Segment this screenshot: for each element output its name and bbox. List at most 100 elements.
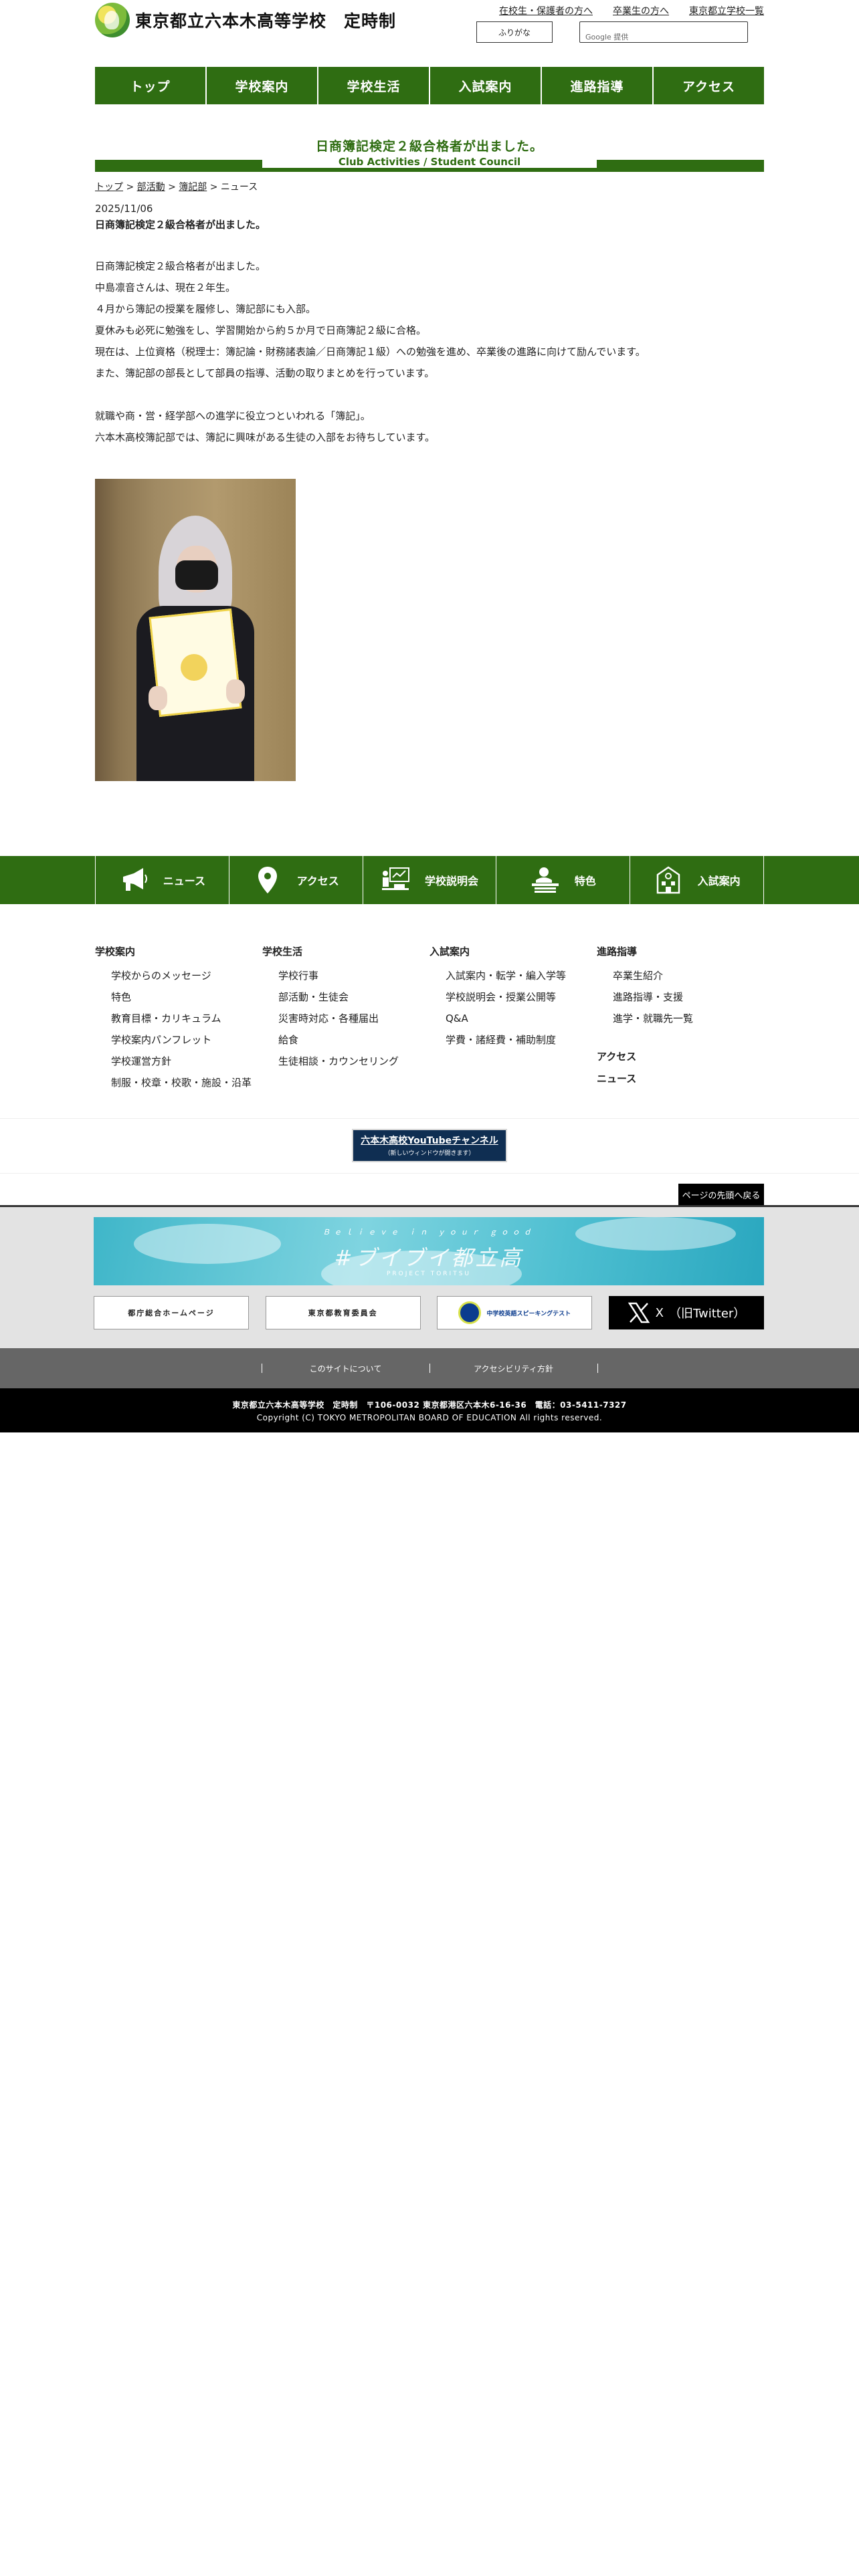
back-to-top-button[interactable]: ページの先頭へ戻る [678, 1184, 764, 1205]
sitemap-heading[interactable]: 学校生活 [262, 944, 430, 958]
icon-nav-news[interactable]: ニュース [96, 856, 229, 904]
sky-banner-title: #ブイブイ都立高 [334, 1245, 524, 1271]
study-icon [531, 867, 559, 893]
sitemap-link[interactable]: 入試案内・転学・編入学等 [446, 965, 597, 986]
x-label: （旧Twitter） [668, 1307, 746, 1321]
nav-career[interactable]: 進路指導 [542, 67, 654, 104]
sky-banner-sub: Ｂｅｌｉｅｖｅ ｉｎ ｙｏｕｒ ｇｏｏｄ [322, 1228, 535, 1237]
breadcrumb-current: ニュース [220, 182, 258, 193]
link-accessibility[interactable]: アクセシビリティ方針 [430, 1363, 597, 1374]
sitemap-link[interactable]: 学校案内パンフレット [111, 1029, 262, 1051]
body-paragraph: 中島凛音さんは、現在２年生。 [95, 282, 236, 294]
icon-nav-info-session[interactable]: 学校説明会 [363, 856, 497, 904]
nav-school-life[interactable]: 学校生活 [318, 67, 430, 104]
icon-nav-label: アクセス [296, 875, 339, 887]
footer-links: このサイトについて アクセシビリティ方針 [0, 1348, 859, 1388]
sky-banner-tag: PROJECT TORITSU [386, 1271, 472, 1277]
body-paragraph: 日商簿記検定２級合格者が出ました。 [95, 260, 266, 272]
icon-nav: ニュース アクセス 学校説明会 特色 入試案内 [0, 856, 859, 904]
youtube-channel-banner[interactable]: 六本木高校YouTubeチャンネル （新しいウィンドウが開きます） [352, 1129, 507, 1162]
sitemap-link[interactable]: 部活動・生徒会 [278, 986, 430, 1008]
breadcrumb-clubs[interactable]: 部活動 [137, 182, 165, 193]
site-header: 東京都立六本木高等学校 定時制 在校生・保護者の方へ 卒業生の方へ 東京都立学校… [95, 0, 764, 64]
sitemap-link[interactable]: 学校行事 [278, 965, 430, 986]
school-logo[interactable]: 東京都立六本木高等学校 定時制 [95, 3, 396, 37]
post-body: 日商簿記検定２級合格者が出ました。 中島凛音さんは、現在２年生。 ４月から簿記の… [95, 255, 764, 448]
sitemap-link[interactable]: 学費・諸経費・補助制度 [446, 1029, 597, 1051]
sitemap-heading[interactable]: 学校案内 [95, 944, 262, 958]
link-students-parents[interactable]: 在校生・保護者の方へ [499, 4, 593, 17]
sitemap-col-admissions: 入試案内 入試案内・転学・編入学等 学校説明会・授業公開等 Q&A 学費・諸経費… [430, 944, 597, 1093]
sitemap-link[interactable]: 制服・校章・校歌・施設・沿革 [111, 1072, 262, 1093]
icon-nav-label: 特色 [574, 875, 596, 887]
banner-esat-j[interactable]: 中学校英語スピーキングテスト [437, 1296, 593, 1329]
banner-tokyo-metropolitan[interactable]: 都庁総合ホームページ [94, 1296, 249, 1329]
icon-nav-label: 学校説明会 [424, 875, 478, 887]
sitemap-link[interactable]: 進路指導・支援 [613, 986, 764, 1008]
sitemap-link[interactable]: 学校説明会・授業公開等 [446, 986, 597, 1008]
sitemap-link[interactable]: 学校運営方針 [111, 1051, 262, 1072]
banner-x-twitter[interactable]: X （旧Twitter） [608, 1296, 764, 1329]
project-toritsu-banner[interactable]: Ｂｅｌｉｅｖｅ ｉｎ ｙｏｕｒ ｇｏｏｄ #ブイブイ都立高 PROJECT TO… [94, 1217, 764, 1285]
sitemap-col-school-info: 学校案内 学校からのメッセージ 特色 教育目標・カリキュラム 学校案内パンフレッ… [95, 944, 262, 1093]
sitemap-link[interactable]: 学校からのメッセージ [111, 965, 262, 986]
sitemap-link[interactable]: 災害時対応・各種届出 [278, 1008, 430, 1029]
body-paragraph [95, 384, 764, 405]
icon-nav-access[interactable]: アクセス [229, 856, 363, 904]
breadcrumb-bookkeeping[interactable]: 簿記部 [179, 182, 207, 193]
sitemap-link[interactable]: 給食 [278, 1029, 430, 1051]
page-title: 日商簿記検定２級合格者が出ました。 [315, 139, 543, 154]
sitemap-col-career: 進路指導 卒業生紹介 進路指導・支援 進学・就職先一覧 アクセス ニュース [597, 944, 764, 1093]
breadcrumb-top[interactable]: トップ [95, 182, 123, 193]
body-paragraph: ４月から簿記の授業を履修し、簿記部にも入部。 [95, 303, 316, 315]
sitemap-link-access[interactable]: アクセス [597, 1049, 764, 1063]
link-school-list[interactable]: 東京都立学校一覧 [689, 4, 764, 17]
global-nav: トップ 学校案内 学校生活 入試案内 進路指導 アクセス [95, 67, 764, 104]
nav-access[interactable]: アクセス [654, 67, 764, 104]
sitemap-link[interactable]: 特色 [111, 986, 262, 1008]
breadcrumb: トップ > 部活動 > 簿記部 > ニュース [95, 182, 258, 193]
sitemap-heading[interactable]: 入試案内 [430, 944, 597, 958]
furigana-button[interactable]: ふりがな [476, 21, 553, 43]
youtube-banner-title: 六本木高校YouTubeチャンネル [361, 1136, 498, 1146]
site-footer: 東京都立六本木高等学校 定時制 〒106-0032 東京都港区六本木6-16-3… [0, 1388, 859, 1432]
partner-banners: 都庁総合ホームページ 東京都教育委員会 中学校英語スピーキングテスト X （旧T… [94, 1296, 764, 1329]
nav-school-info[interactable]: 学校案内 [207, 67, 318, 104]
title-bar: Club Activities / Student Council [95, 157, 764, 172]
sitemap-link[interactable]: 教育目標・カリキュラム [111, 1008, 262, 1029]
utility-links: 在校生・保護者の方へ 卒業生の方へ 東京都立学校一覧 [499, 4, 764, 17]
nav-admissions[interactable]: 入試案内 [430, 67, 542, 104]
presentation-icon [381, 867, 409, 890]
student-photo [95, 479, 296, 781]
megaphone-icon [122, 868, 147, 891]
sitemap-link[interactable]: Q&A [446, 1008, 597, 1029]
search-input[interactable]: Google 提供 [579, 21, 748, 43]
sitemap-link-news[interactable]: ニュース [597, 1071, 764, 1085]
icon-nav-label: ニュース [163, 875, 205, 887]
icon-nav-admissions[interactable]: 入試案内 [630, 856, 764, 904]
post-date: 2025/11/06 [95, 203, 153, 215]
link-graduates[interactable]: 卒業生の方へ [613, 4, 669, 17]
sitemap-heading[interactable]: 進路指導 [597, 944, 764, 958]
icon-nav-label: 入試案内 [697, 875, 741, 887]
school-name: 東京都立六本木高等学校 定時制 [135, 11, 397, 31]
x-logo-icon [628, 1302, 650, 1323]
sitemap-link[interactable]: 進学・就職先一覧 [613, 1008, 764, 1029]
divider [0, 1118, 859, 1119]
link-about-site[interactable]: このサイトについて [262, 1363, 430, 1374]
youtube-banner-note: （新しいウィンドウが開きます） [384, 1150, 475, 1157]
sitemap-link[interactable]: 卒業生紹介 [613, 965, 764, 986]
body-paragraph: また、簿記部の部長として部員の指導、活動の取りまとめを行っています。 [95, 367, 435, 379]
school-icon [656, 866, 680, 894]
banner-esat-label: 中学校英語スピーキングテスト [486, 1310, 571, 1317]
school-emblem-icon [95, 3, 130, 37]
body-paragraph: 夏休みも必死に勉強をし、学習開始から約５か月で日商簿記２級に合格。 [95, 324, 427, 336]
post-heading: 日商簿記検定２級合格者が出ました。 [95, 219, 266, 231]
icon-nav-features[interactable]: 特色 [496, 856, 631, 904]
sitemap-link[interactable]: 生徒相談・カウンセリング [278, 1051, 430, 1072]
nav-top[interactable]: トップ [95, 67, 207, 104]
banner-board-of-education[interactable]: 東京都教育委員会 [265, 1296, 421, 1329]
page-subtitle: Club Activities / Student Council [262, 157, 597, 168]
body-paragraph: 六本木高校簿記部では、簿記に興味がある生徒の入部をお待ちしています。 [95, 431, 436, 443]
body-paragraph: 現在は、上位資格（税理士：簿記論・財務諸表論／日商簿記１級）への勉強を進め、卒業… [95, 346, 646, 358]
